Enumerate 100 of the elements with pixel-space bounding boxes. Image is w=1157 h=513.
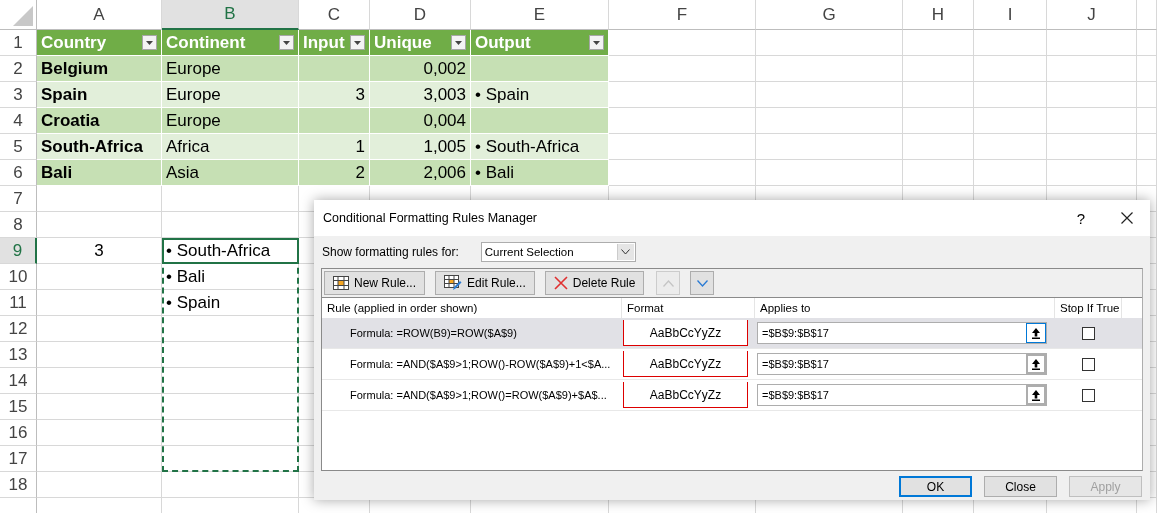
- table-cell[interactable]: [299, 108, 370, 134]
- column-header[interactable]: F: [609, 0, 756, 30]
- empty-cell[interactable]: [37, 394, 162, 420]
- empty-cell[interactable]: [1047, 108, 1137, 134]
- column-header[interactable]: [1137, 0, 1157, 30]
- empty-cell[interactable]: [756, 82, 903, 108]
- empty-cell[interactable]: [1137, 30, 1157, 56]
- empty-cell[interactable]: [162, 342, 299, 368]
- empty-cell[interactable]: [974, 30, 1047, 56]
- row-header[interactable]: 18: [0, 472, 37, 498]
- row-header[interactable]: 16: [0, 420, 37, 446]
- empty-cell[interactable]: [37, 368, 162, 394]
- help-button[interactable]: ?: [1058, 209, 1104, 227]
- empty-cell[interactable]: [37, 186, 162, 212]
- column-header[interactable]: G: [756, 0, 903, 30]
- empty-cell[interactable]: [162, 394, 299, 420]
- empty-cell[interactable]: [162, 472, 299, 498]
- empty-cell[interactable]: [756, 56, 903, 82]
- column-header[interactable]: H: [903, 0, 974, 30]
- row-header[interactable]: 17: [0, 446, 37, 472]
- empty-cell[interactable]: [974, 134, 1047, 160]
- select-all-button[interactable]: [0, 0, 37, 30]
- filter-button[interactable]: [142, 35, 157, 50]
- table-header-cell: Unique: [374, 32, 432, 53]
- empty-cell[interactable]: [974, 160, 1047, 186]
- stop-if-true-checkbox[interactable]: [1082, 326, 1095, 340]
- empty-cell[interactable]: [37, 264, 162, 290]
- empty-cell[interactable]: [903, 134, 974, 160]
- new-rule-button[interactable]: New Rule...: [324, 271, 426, 295]
- row-header[interactable]: 11: [0, 290, 37, 316]
- empty-cell[interactable]: [756, 160, 903, 186]
- empty-cell[interactable]: [756, 30, 903, 56]
- column-header[interactable]: J: [1047, 0, 1137, 30]
- row-header[interactable]: 14: [0, 368, 37, 394]
- empty-cell[interactable]: [903, 30, 974, 56]
- empty-cell[interactable]: [1047, 56, 1137, 82]
- empty-cell[interactable]: [37, 342, 162, 368]
- empty-cell[interactable]: [1047, 160, 1137, 186]
- empty-cell[interactable]: [756, 108, 903, 134]
- collapse-button[interactable]: [1026, 323, 1046, 343]
- collapse-button[interactable]: [1026, 354, 1046, 374]
- empty-cell[interactable]: [974, 56, 1047, 82]
- empty-cell[interactable]: [37, 212, 162, 238]
- empty-cell[interactable]: [903, 160, 974, 186]
- empty-cell[interactable]: [1047, 134, 1137, 160]
- empty-cell[interactable]: [1137, 82, 1157, 108]
- scope-dropdown[interactable]: Current Selection: [480, 242, 636, 262]
- collapse-button[interactable]: [1026, 385, 1046, 405]
- row-header[interactable]: 10: [0, 264, 37, 290]
- table-cell: 3,003: [370, 82, 471, 108]
- empty-cell[interactable]: [903, 108, 974, 134]
- empty-cell[interactable]: [974, 82, 1047, 108]
- row-header[interactable]: 13: [0, 342, 37, 368]
- rule-row[interactable]: Formula: =AND($A$9>1;ROW()-ROW($A$9)+1<$A... AaBbCcYyZz =$B$9:$B$17: [322, 349, 1142, 380]
- close-icon: [1121, 212, 1133, 224]
- dialog-button[interactable]: OK: [899, 476, 972, 497]
- empty-cell[interactable]: [974, 108, 1047, 134]
- empty-cell[interactable]: [903, 56, 974, 82]
- stop-if-true-checkbox[interactable]: [1082, 357, 1095, 371]
- dialog-button[interactable]: Close: [984, 476, 1057, 497]
- filter-button[interactable]: [279, 35, 294, 50]
- empty-cell[interactable]: [162, 316, 299, 342]
- move-down-button[interactable]: [690, 271, 715, 295]
- empty-cell[interactable]: [162, 212, 299, 238]
- row-header[interactable]: 9: [0, 238, 37, 264]
- table-cell: • Spain: [471, 82, 609, 108]
- edit-rule-button[interactable]: Edit Rule...: [435, 271, 535, 295]
- empty-cell[interactable]: [37, 420, 162, 446]
- table-cell[interactable]: [471, 108, 609, 134]
- empty-cell[interactable]: [37, 316, 162, 342]
- applies-to-field[interactable]: =$B$9:$B$17: [757, 384, 1047, 406]
- empty-cell[interactable]: [1137, 108, 1157, 134]
- applies-to-field[interactable]: =$B$9:$B$17: [757, 322, 1047, 344]
- delete-rule-button[interactable]: Delete Rule: [544, 271, 645, 295]
- table-cell[interactable]: [299, 56, 370, 82]
- column-header[interactable]: B: [162, 0, 299, 30]
- empty-cell[interactable]: [37, 472, 162, 498]
- row-header[interactable]: 12: [0, 316, 37, 342]
- rule-row[interactable]: Formula: =ROW(B9)=ROW($A$9) AaBbCcYyZz =$B$9:$B$17: [322, 318, 1142, 349]
- row-header[interactable]: 7: [0, 186, 37, 212]
- row-header[interactable]: 15: [0, 394, 37, 420]
- empty-cell[interactable]: [37, 290, 162, 316]
- filter-button[interactable]: [350, 35, 365, 50]
- empty-cell[interactable]: [37, 446, 162, 472]
- empty-cell[interactable]: [162, 420, 299, 446]
- column-header[interactable]: I: [974, 0, 1047, 30]
- empty-cell[interactable]: [1047, 82, 1137, 108]
- rule-row[interactable]: Formula: =AND($A$9>1;ROW()=ROW($A$9)+$A$... AaBbCcYyZz =$B$9:$B$17: [322, 380, 1142, 411]
- filter-button[interactable]: [451, 35, 466, 50]
- filter-button[interactable]: [589, 35, 604, 50]
- applies-to-field[interactable]: =$B$9:$B$17: [757, 353, 1047, 375]
- empty-cell[interactable]: [1137, 160, 1157, 186]
- empty-cell[interactable]: [1137, 134, 1157, 160]
- empty-cell[interactable]: [756, 134, 903, 160]
- empty-cell[interactable]: [903, 82, 974, 108]
- empty-cell[interactable]: [162, 186, 299, 212]
- empty-cell[interactable]: [1137, 56, 1157, 82]
- table-cell[interactable]: [471, 56, 609, 82]
- stop-if-true-checkbox[interactable]: [1082, 388, 1095, 402]
- empty-cell[interactable]: [1047, 30, 1137, 56]
